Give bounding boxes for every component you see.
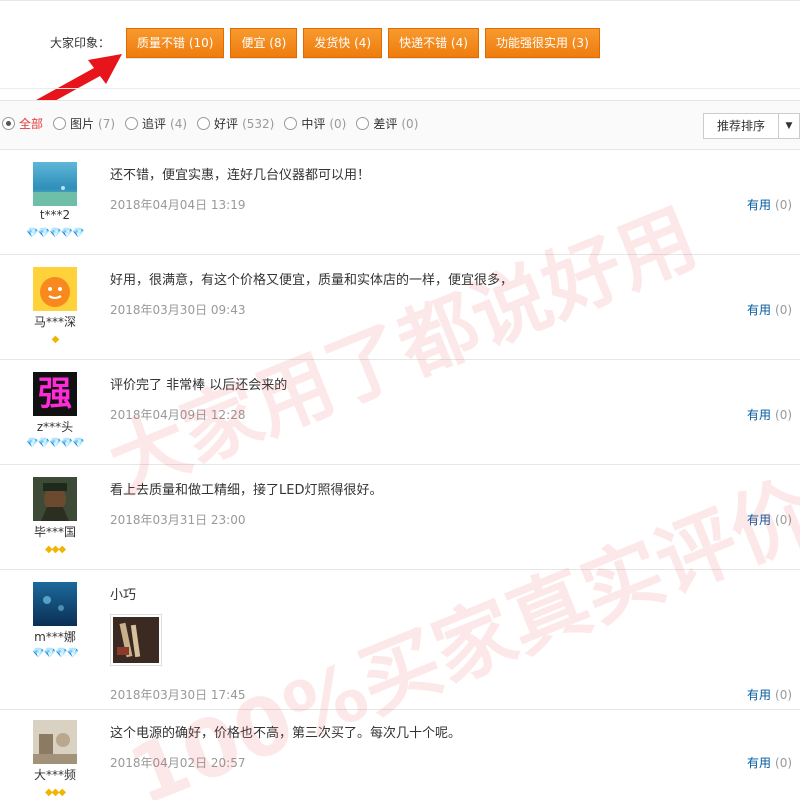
review-list: t***2 💎💎💎💎💎 还不错，便宜实惠，连好几台仪器都可以用！ 2018年04… — [0, 150, 800, 800]
filter-neutral[interactable]: 中评 (0) — [284, 115, 346, 132]
username: z***头 — [36, 420, 74, 434]
sort-dropdown[interactable]: 推荐排序 ▼ — [703, 113, 800, 139]
member-level-icon: 💎💎💎💎💎 — [26, 438, 84, 449]
useful-button[interactable]: 有用 (0) — [747, 196, 792, 213]
review-item: 马***深 ◆ 好用，很满意，有这个价格又便宜，质量和实体店的一样，便宜很多， … — [0, 255, 800, 360]
impression-tag-practical[interactable]: 功能强很实用 (3) — [484, 28, 600, 58]
review-item: 毕***国 ◆◆◆ 看上去质量和做工精细，接了LED灯照得很好。 2018年03… — [0, 465, 800, 570]
room-avatar-icon — [33, 720, 77, 764]
avatar[interactable] — [33, 267, 77, 311]
useful-button[interactable]: 有用 (0) — [747, 754, 792, 771]
review-text: 小巧 — [110, 588, 137, 603]
radio-icon[interactable] — [125, 117, 139, 130]
member-level-icon: 💎💎💎💎💎 — [26, 228, 84, 239]
review-text: 这个电源的确好，价格也不高，第三次买了。每次几十个呢。 — [110, 726, 462, 741]
member-level-icon: 💎💎💎💎 — [32, 648, 79, 659]
username: t***2 — [39, 208, 71, 222]
member-level-icon: ◆◆◆ — [44, 787, 66, 798]
filter-follow-up[interactable]: 追评 (4) — [125, 115, 187, 132]
avatar[interactable] — [33, 582, 77, 626]
review-text: 评价完了 非常棒 以后还会来的 — [110, 378, 288, 393]
review-date: 2018年04月02日 20:57 — [110, 756, 246, 770]
review-text: 好用，很满意，有这个价格又便宜，质量和实体店的一样，便宜很多， — [110, 273, 514, 288]
review-date: 2018年04月09日 12:28 — [110, 408, 246, 422]
review-date: 2018年03月31日 23:00 — [110, 513, 246, 527]
avatar[interactable] — [33, 720, 77, 764]
filter-images[interactable]: 图片 (7) — [53, 115, 115, 132]
product-photo-icon — [113, 617, 159, 663]
chevron-down-icon[interactable]: ▼ — [779, 114, 799, 138]
sky-avatar-icon — [33, 162, 77, 206]
review-item: 大***频 ◆◆◆ 这个电源的确好，价格也不高，第三次买了。每次几十个呢。 20… — [0, 710, 800, 800]
impressions-label: 大家印象： — [50, 36, 111, 50]
username: 毕***国 — [33, 525, 76, 539]
filter-all[interactable]: 全部 — [2, 115, 43, 132]
filter-positive[interactable]: 好评 (532) — [197, 115, 274, 132]
orange-face-avatar-icon — [33, 267, 77, 311]
impression-tag-quality[interactable]: 质量不错 (10) — [126, 28, 225, 58]
avatar[interactable] — [33, 477, 77, 521]
review-date: 2018年04月04日 13:19 — [110, 198, 246, 212]
useful-button[interactable]: 有用 (0) — [747, 686, 792, 703]
qiang-avatar-text: 强 — [38, 374, 72, 414]
useful-button[interactable]: 有用 (0) — [747, 406, 792, 423]
review-image-thumbnail[interactable] — [110, 614, 162, 666]
radio-icon[interactable] — [53, 117, 67, 130]
sort-label[interactable]: 推荐排序 — [704, 114, 779, 138]
impression-tags: 质量不错 (10) 便宜 (8) 发货快 (4) 快递不错 (4) 功能强很实用… — [126, 28, 600, 58]
avatar[interactable]: 强 — [33, 372, 77, 416]
member-level-icon: ◆ — [51, 334, 60, 345]
useful-button[interactable]: 有用 (0) — [747, 511, 792, 528]
radio-icon[interactable] — [197, 117, 211, 130]
review-item: t***2 💎💎💎💎💎 还不错，便宜实惠，连好几台仪器都可以用！ 2018年04… — [0, 150, 800, 255]
impression-tag-fast-shipping[interactable]: 发货快 (4) — [303, 28, 383, 58]
impression-tag-cheap[interactable]: 便宜 (8) — [230, 28, 298, 58]
impression-tag-good-courier[interactable]: 快递不错 (4) — [388, 28, 479, 58]
review-text: 看上去质量和做工精细，接了LED灯照得很好。 — [110, 483, 383, 498]
radio-icon[interactable] — [2, 117, 15, 130]
review-date: 2018年03月30日 17:45 — [110, 688, 246, 702]
section-divider — [0, 88, 800, 89]
username: 马***深 — [33, 315, 76, 329]
username: 大***频 — [33, 768, 76, 782]
review-item: 强 z***头 💎💎💎💎💎 评价完了 非常棒 以后还会来的 2018年04月09… — [0, 360, 800, 465]
review-item: m***娜 💎💎💎💎 小巧 2018年03月30日 17:45 有用 (0) — [0, 570, 800, 710]
review-text: 还不错，便宜实惠，连好几台仪器都可以用！ — [110, 168, 371, 183]
underwater-avatar-icon — [33, 582, 77, 626]
username: m***娜 — [34, 630, 76, 644]
review-filter-bar: 全部 图片 (7) 追评 (4) 好评 (532) 中评 (0) 差评 (0) — [0, 100, 800, 150]
member-level-icon: ◆◆◆ — [44, 544, 66, 555]
top-divider — [0, 0, 800, 1]
avatar[interactable] — [33, 162, 77, 206]
useful-button[interactable]: 有用 (0) — [747, 301, 792, 318]
warrior-avatar-icon — [33, 477, 77, 521]
radio-icon[interactable] — [356, 117, 370, 130]
review-date: 2018年03月30日 09:43 — [110, 303, 246, 317]
radio-icon[interactable] — [284, 117, 298, 130]
filter-negative[interactable]: 差评 (0) — [356, 115, 418, 132]
